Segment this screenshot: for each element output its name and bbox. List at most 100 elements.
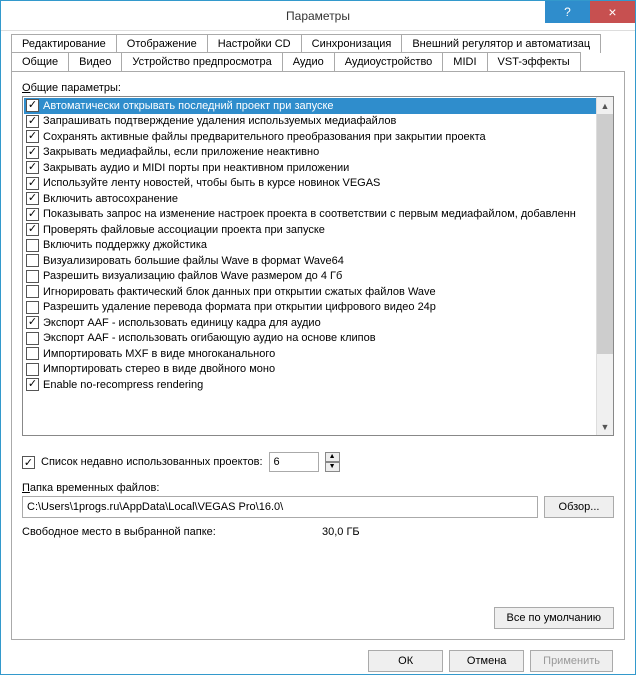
scrollbar[interactable]: ▲ ▼ <box>596 97 613 435</box>
free-space-label: Свободное место в выбранной папке: <box>22 526 322 538</box>
scroll-up-icon[interactable]: ▲ <box>597 97 613 114</box>
tab[interactable]: VST-эффекты <box>487 52 581 71</box>
option-label: Разрешить удаление перевода формата при … <box>43 301 436 313</box>
tab[interactable]: Видео <box>68 52 122 71</box>
tab[interactable]: MIDI <box>442 52 487 71</box>
browse-button[interactable]: Обзор... <box>544 496 614 518</box>
window-controls: ? × <box>545 1 635 23</box>
recent-projects-label: Cписок недавно использованных проектов: <box>41 456 263 468</box>
list-item[interactable]: Включить автосохранение <box>24 191 612 207</box>
help-button[interactable]: ? <box>545 1 590 23</box>
option-label: Проверять файловые ассоциации проекта пр… <box>43 224 325 236</box>
recent-projects-row: Cписок недавно использованных проектов: … <box>22 452 614 472</box>
list-item[interactable]: Разрешить визуализацию файлов Wave разме… <box>24 269 612 285</box>
checkbox[interactable] <box>26 254 39 267</box>
recent-projects-spinner[interactable]: ▲ ▼ <box>325 452 340 472</box>
checkbox[interactable] <box>26 223 39 236</box>
checkbox[interactable] <box>26 270 39 283</box>
checkbox[interactable] <box>26 115 39 128</box>
scroll-thumb[interactable] <box>597 114 613 354</box>
option-label: Автоматически открывать последний проект… <box>43 100 334 112</box>
titlebar: Параметры ? × <box>1 1 635 31</box>
list-item[interactable]: Визуализировать большие файлы Wave в фор… <box>24 253 612 269</box>
checkbox[interactable] <box>26 316 39 329</box>
free-space-value: 30,0 ГБ <box>322 526 360 538</box>
tab[interactable]: Отображение <box>116 34 208 53</box>
temp-folder-label: Папка временных файлов: <box>22 482 614 494</box>
window-title: Параметры <box>286 9 350 23</box>
dialog-buttons: ОК Отмена Применить <box>11 640 625 672</box>
checkbox[interactable] <box>26 332 39 345</box>
checkbox[interactable] <box>26 99 39 112</box>
checkbox[interactable] <box>26 301 39 314</box>
option-label: Включить автосохранение <box>43 193 178 205</box>
option-label: Импортировать MXF в виде многоканального <box>43 348 275 360</box>
list-item[interactable]: Используйте ленту новостей, чтобы быть в… <box>24 176 612 192</box>
tab-panel-general: Общие параметры: Автоматически открывать… <box>11 72 625 640</box>
free-space-row: Свободное место в выбранной папке: 30,0 … <box>22 526 614 538</box>
option-label: Запрашивать подтверждение удаления испол… <box>43 115 396 127</box>
checkbox[interactable] <box>26 285 39 298</box>
checkbox[interactable] <box>26 347 39 360</box>
checkbox[interactable] <box>26 378 39 391</box>
checkbox[interactable] <box>26 239 39 252</box>
tab[interactable]: Общие <box>11 52 69 71</box>
section-label: Общие параметры: <box>22 82 614 94</box>
cancel-button[interactable]: Отмена <box>449 650 524 672</box>
list-item[interactable]: Проверять файловые ассоциации проекта пр… <box>24 222 612 238</box>
checkbox[interactable] <box>26 192 39 205</box>
defaults-button[interactable]: Все по умолчанию <box>494 607 614 629</box>
checkbox[interactable] <box>26 208 39 221</box>
checkbox[interactable] <box>26 363 39 376</box>
option-label: Включить поддержку джойстика <box>43 239 207 251</box>
option-label: Показывать запрос на изменение настроек … <box>43 208 576 220</box>
checkbox[interactable] <box>26 146 39 159</box>
option-label: Закрывать аудио и MIDI порты при неактив… <box>43 162 349 174</box>
spinner-down-icon[interactable]: ▼ <box>325 462 340 472</box>
option-label: Разрешить визуализацию файлов Wave разме… <box>43 270 342 282</box>
scroll-down-icon[interactable]: ▼ <box>597 418 613 435</box>
list-item[interactable]: Импортировать MXF в виде многоканального <box>24 346 612 362</box>
list-item[interactable]: Экспорт AAF - использовать единицу кадра… <box>24 315 612 331</box>
checkbox[interactable] <box>26 161 39 174</box>
option-label: Закрывать медиафайлы, если приложение не… <box>43 146 319 158</box>
list-item[interactable]: Показывать запрос на изменение настроек … <box>24 207 612 223</box>
option-label: Экспорт AAF - использовать единицу кадра… <box>43 317 321 329</box>
option-label: Используйте ленту новостей, чтобы быть в… <box>43 177 380 189</box>
checkbox[interactable] <box>26 177 39 190</box>
options-listbox[interactable]: Автоматически открывать последний проект… <box>22 96 614 436</box>
list-item[interactable]: Игнорировать фактический блок данных при… <box>24 284 612 300</box>
ok-button[interactable]: ОК <box>368 650 443 672</box>
option-label: Визуализировать большие файлы Wave в фор… <box>43 255 344 267</box>
tab[interactable]: Внешний регулятор и автоматизац <box>401 34 601 53</box>
tabstrip: РедактированиеОтображениеНастройки CDСин… <box>11 34 625 72</box>
option-label: Импортировать стерео в виде двойного мон… <box>43 363 275 375</box>
option-label: Сохранять активные файлы предварительног… <box>43 131 486 143</box>
tab[interactable]: Аудиоустройство <box>334 52 444 71</box>
list-item[interactable]: Экспорт AAF - использовать огибающую ауд… <box>24 331 612 347</box>
tab[interactable]: Аудио <box>282 52 335 71</box>
client-area: РедактированиеОтображениеНастройки CDСин… <box>1 31 635 682</box>
list-item[interactable]: Импортировать стерео в виде двойного мон… <box>24 362 612 378</box>
option-label: Экспорт AAF - использовать огибающую ауд… <box>43 332 376 344</box>
list-item[interactable]: Enable no-recompress rendering <box>24 377 612 393</box>
tab[interactable]: Настройки CD <box>207 34 302 53</box>
temp-folder-row: Обзор... <box>22 496 614 518</box>
tab[interactable]: Синхронизация <box>301 34 403 53</box>
list-item[interactable]: Закрывать медиафайлы, если приложение не… <box>24 145 612 161</box>
apply-button[interactable]: Применить <box>530 650 613 672</box>
list-item[interactable]: Сохранять активные файлы предварительног… <box>24 129 612 145</box>
close-button[interactable]: × <box>590 1 635 23</box>
spinner-up-icon[interactable]: ▲ <box>325 452 340 462</box>
list-item[interactable]: Запрашивать подтверждение удаления испол… <box>24 114 612 130</box>
tab[interactable]: Устройство предпросмотра <box>121 52 282 71</box>
tab[interactable]: Редактирование <box>11 34 117 53</box>
list-item[interactable]: Разрешить удаление перевода формата при … <box>24 300 612 316</box>
list-item[interactable]: Закрывать аудио и MIDI порты при неактив… <box>24 160 612 176</box>
list-item[interactable]: Автоматически открывать последний проект… <box>24 98 612 114</box>
checkbox[interactable] <box>26 130 39 143</box>
recent-projects-checkbox[interactable] <box>22 456 35 469</box>
temp-folder-input[interactable] <box>22 496 538 518</box>
list-item[interactable]: Включить поддержку джойстика <box>24 238 612 254</box>
recent-projects-input[interactable] <box>269 452 319 472</box>
